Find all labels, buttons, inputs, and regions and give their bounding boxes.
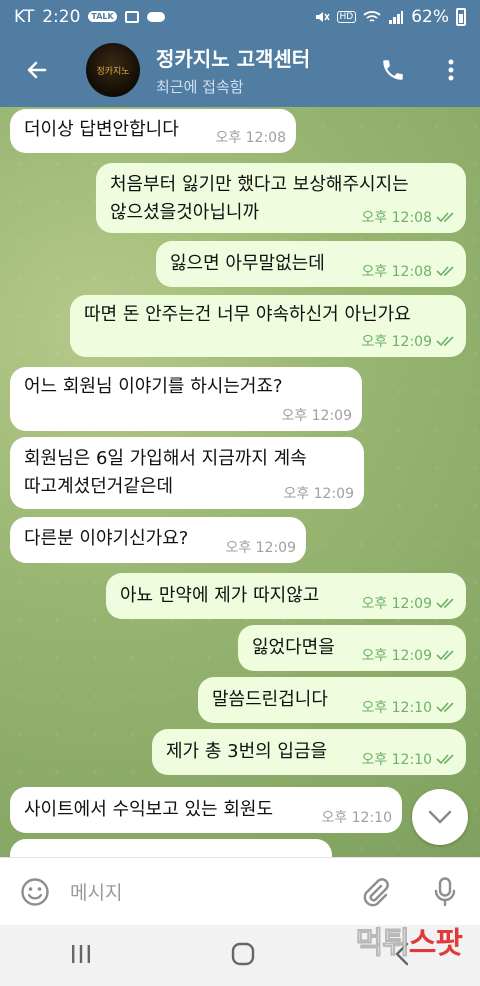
battery-icon <box>456 7 466 26</box>
message-input-bar: 메시지 <box>0 857 480 925</box>
watermark-part1: 먹튀 <box>355 926 410 962</box>
battery-percent: 62% <box>411 6 449 27</box>
call-button[interactable] <box>364 33 422 107</box>
watermark-logo: 먹튀스팟 <box>355 918 463 962</box>
message-incoming[interactable]: 어느 회원님 이야기를 하시는거죠? 오후 12:09 <box>10 367 362 431</box>
message-outgoing[interactable]: 잃으면 아무말없는데 오후 12:08 <box>156 241 466 287</box>
message-outgoing[interactable]: 제가 총 3번의 입금을 오후 12:10 <box>152 729 466 775</box>
double-check-icon <box>436 650 454 661</box>
home-button[interactable] <box>231 942 255 970</box>
hd-voice-icon: HD <box>336 10 357 23</box>
attach-button[interactable] <box>340 858 410 926</box>
message-time: 오후 12:08 <box>215 130 286 146</box>
message-incoming[interactable]: 더이상 답변안합니다 오후 12:08 <box>10 109 296 153</box>
home-icon <box>231 942 255 965</box>
carrier-label: KT <box>14 6 35 27</box>
message-time: 오후 12:10 <box>361 700 432 716</box>
message-outgoing[interactable]: 잃었다면을 오후 12:09 <box>238 625 466 671</box>
avatar[interactable]: 정카지노 <box>86 43 140 97</box>
message-text: 어느 회원님 이야기를 하시는거죠? <box>24 376 283 397</box>
talk-notification-icon: TALK <box>88 11 117 22</box>
clock: 2:20 <box>42 6 81 27</box>
message-incoming[interactable]: 회원님은 6일 가입해서 지금까지 계속 따고계셨던거같은데 오후 12:09 <box>10 437 364 509</box>
arrow-left-icon <box>27 61 47 79</box>
message-text: 따면 돈 안주는건 너무 야속하신거 아닌가요 <box>84 304 411 325</box>
microphone-icon <box>434 876 456 906</box>
chat-title: 정카지노 고객센터 <box>156 47 311 71</box>
signal-icon <box>389 10 404 24</box>
chevron-down-icon <box>428 810 452 824</box>
paperclip-icon <box>363 877 389 906</box>
message-time: 오후 12:09 <box>361 334 432 350</box>
message-outgoing[interactable]: 처음부터 잃기만 했다고 보상해주시지는 않으셨을것아닙니까 오후 12:08 <box>96 163 466 233</box>
double-check-icon <box>436 266 454 277</box>
message-text <box>24 839 318 848</box>
emoji-button[interactable] <box>0 858 70 926</box>
mute-icon <box>315 11 330 22</box>
chat-area[interactable]: 더이상 답변안합니다 오후 12:08 처음부터 잃기만 했다고 보상해주시지는… <box>0 107 480 857</box>
double-check-icon <box>436 212 454 223</box>
message-incoming-partial[interactable] <box>10 839 332 857</box>
double-check-icon <box>436 598 454 609</box>
chat-title-block[interactable]: 정카지노 고객센터 최근에 접속함 <box>156 43 310 97</box>
voice-message-button[interactable] <box>410 858 480 926</box>
phone-icon <box>383 60 403 80</box>
watermark-part2: 스팟 <box>408 926 463 961</box>
message-time: 오후 12:09 <box>283 486 354 502</box>
more-vertical-icon <box>448 59 454 81</box>
recent-apps-button[interactable] <box>70 944 92 968</box>
message-time: 오후 12:08 <box>361 264 432 280</box>
message-time: 오후 12:09 <box>225 540 296 556</box>
double-check-icon <box>436 702 454 713</box>
chat-status: 최근에 접속함 <box>156 78 244 96</box>
avatar-logo-text: 정카지노 <box>96 66 130 77</box>
status-bar: KT 2:20 TALK HD 62% <box>0 0 480 33</box>
message-time: 오후 12:09 <box>281 408 352 424</box>
wifi-icon <box>363 10 381 22</box>
gallery-notification-icon <box>124 10 139 23</box>
message-outgoing[interactable]: 말씀드린겁니다 오후 12:10 <box>198 677 466 723</box>
message-incoming[interactable]: 다른분 이야기신가요? 오후 12:09 <box>10 517 306 563</box>
message-time: 오후 12:10 <box>321 810 392 826</box>
back-button[interactable] <box>0 33 74 107</box>
double-check-icon <box>436 754 454 765</box>
chat-header: 정카지노 정카지노 고객센터 최근에 접속함 <box>0 33 480 107</box>
message-outgoing[interactable]: 따면 돈 안주는건 너무 야속하신거 아닌가요 오후 12:09 <box>70 295 466 357</box>
message-time: 오후 12:10 <box>361 752 432 768</box>
more-options-button[interactable] <box>422 33 480 107</box>
double-check-icon <box>436 336 454 347</box>
cloud-notification-icon <box>146 11 165 22</box>
message-outgoing[interactable]: 아뇨 만약에 제가 따지않고 오후 12:09 <box>106 573 466 619</box>
message-time: 오후 12:08 <box>361 210 432 226</box>
recents-icon <box>71 944 90 963</box>
message-time: 오후 12:09 <box>361 648 432 664</box>
message-input[interactable]: 메시지 <box>70 878 340 905</box>
smiley-icon <box>21 877 49 906</box>
message-incoming[interactable]: 사이트에서 수익보고 있는 회원도 오후 12:10 <box>10 787 402 833</box>
scroll-to-bottom-button[interactable] <box>412 789 468 845</box>
message-time: 오후 12:09 <box>361 596 432 612</box>
